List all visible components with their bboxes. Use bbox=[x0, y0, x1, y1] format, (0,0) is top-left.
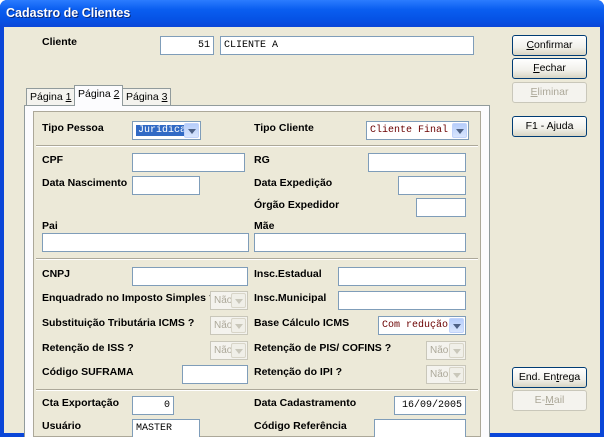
base-calculo-label: Base Cálculo ICMS bbox=[254, 317, 350, 329]
chevron-down-icon[interactable] bbox=[452, 123, 467, 138]
cta-exportacao-label: Cta Exportação bbox=[42, 397, 120, 409]
cnpj-field[interactable] bbox=[132, 267, 248, 286]
confirmar-hotkey: C bbox=[526, 39, 535, 51]
end-entrega-button[interactable]: End. Entrega bbox=[512, 367, 587, 388]
cpf-field[interactable] bbox=[132, 153, 245, 172]
data-cadastramento-field[interactable]: 16/09/2005 bbox=[394, 396, 466, 415]
retencao-pis-value: Não bbox=[430, 345, 449, 356]
tab-pagina-3[interactable]: Página 3 bbox=[122, 88, 172, 105]
tab-label: Página bbox=[126, 91, 162, 103]
usuario-label: Usuário bbox=[42, 420, 82, 432]
codigo-suframa-field[interactable] bbox=[182, 365, 248, 384]
insc-municipal-field[interactable] bbox=[338, 291, 466, 310]
tab-hotkey: 2 bbox=[113, 88, 120, 100]
email-label-a: E- bbox=[534, 394, 546, 406]
chevron-down-icon[interactable] bbox=[449, 318, 464, 333]
base-calculo-value: Com redução bbox=[382, 320, 449, 331]
tab-pagina-1[interactable]: Página 1 bbox=[26, 88, 76, 105]
retencao-ipi-value: Não bbox=[430, 369, 449, 380]
data-expedicao-label: Data Expedição bbox=[254, 177, 333, 189]
retencao-ipi-select[interactable]: Não bbox=[426, 365, 466, 384]
retencao-iss-label: Retenção de ISS ? bbox=[42, 342, 134, 354]
chevron-down-icon[interactable] bbox=[449, 343, 464, 358]
end-entrega-label-b: rega bbox=[559, 371, 581, 383]
chevron-down-icon[interactable] bbox=[231, 318, 246, 333]
cliente-name-field[interactable]: CLIENTE A bbox=[220, 36, 474, 55]
codigo-referencia-field[interactable] bbox=[374, 419, 466, 437]
retencao-pis-label: Retenção de PIS/ COFINS ? bbox=[254, 342, 392, 354]
tab-hotkey: 1 bbox=[65, 91, 72, 103]
chevron-down-icon[interactable] bbox=[449, 367, 464, 382]
retencao-ipi-label: Retenção do IPI ? bbox=[254, 366, 343, 378]
data-expedicao-field[interactable] bbox=[398, 176, 466, 195]
cnpj-label: CNPJ bbox=[42, 268, 71, 280]
tipo-cliente-label: Tipo Cliente bbox=[254, 122, 314, 134]
subst-tributaria-select[interactable]: Não bbox=[210, 316, 248, 335]
tipo-pessoa-select[interactable]: Jurídica bbox=[132, 121, 201, 140]
email-label-b: ail bbox=[553, 394, 565, 406]
tipo-pessoa-value: Jurídica bbox=[136, 125, 189, 136]
confirmar-label: onfirmar bbox=[534, 39, 573, 51]
tipo-cliente-value: Cliente Final bbox=[370, 125, 449, 136]
fechar-button[interactable]: Fechar bbox=[512, 58, 587, 79]
base-calculo-select[interactable]: Com redução bbox=[378, 316, 466, 335]
cliente-code-field[interactable]: 51 bbox=[160, 36, 214, 55]
app-window: Cadastro de Clientes Cliente 51 CLIENTE … bbox=[0, 0, 604, 437]
enquadrado-simples-label: Enquadrado no Imposto Simples ? bbox=[42, 292, 216, 304]
ajuda-button[interactable]: F1 - Ajuda bbox=[512, 116, 587, 137]
usuario-field[interactable]: MASTER bbox=[132, 419, 200, 437]
rg-label: RG bbox=[254, 154, 270, 166]
rg-field[interactable] bbox=[368, 153, 466, 172]
form-panel: Tipo Pessoa Jurídica Tipo Cliente Client… bbox=[33, 111, 481, 437]
tab-label: Página bbox=[30, 91, 66, 103]
eliminar-button[interactable]: Eliminar bbox=[512, 82, 587, 103]
pai-field[interactable] bbox=[42, 233, 249, 252]
subst-tributaria-label: Substituição Tributária ICMS ? bbox=[42, 317, 195, 329]
mae-field[interactable] bbox=[254, 233, 466, 252]
orgao-expedidor-label: Órgão Expedidor bbox=[254, 199, 340, 211]
codigo-suframa-label: Código SUFRAMA bbox=[42, 366, 134, 378]
retencao-iss-select[interactable]: Não bbox=[210, 341, 248, 360]
chevron-down-icon[interactable] bbox=[231, 343, 246, 358]
insc-municipal-label: Insc.Municipal bbox=[254, 292, 327, 304]
chevron-down-icon[interactable] bbox=[184, 123, 199, 138]
end-entrega-label-a: End. En bbox=[518, 371, 557, 383]
codigo-referencia-label: Código Referência bbox=[254, 420, 347, 432]
cliente-label: Cliente bbox=[42, 36, 78, 48]
email-button[interactable]: E-Mail bbox=[512, 390, 587, 411]
divider bbox=[36, 389, 478, 391]
orgao-expedidor-field[interactable] bbox=[416, 198, 466, 217]
tipo-pessoa-label: Tipo Pessoa bbox=[42, 122, 104, 134]
data-nascimento-label: Data Nascimento bbox=[42, 177, 128, 189]
retencao-iss-value: Não bbox=[214, 345, 233, 356]
window-client-area: Cliente 51 CLIENTE A Confirmar Fechar El… bbox=[4, 27, 600, 437]
cpf-label: CPF bbox=[42, 154, 63, 166]
insc-estadual-label: Insc.Estadual bbox=[254, 268, 322, 280]
divider bbox=[36, 145, 478, 147]
pai-label: Pai bbox=[42, 220, 58, 232]
cta-exportacao-field[interactable]: 0 bbox=[132, 396, 174, 415]
retencao-pis-select[interactable]: Não bbox=[426, 341, 466, 360]
eliminar-hotkey: E bbox=[530, 86, 538, 98]
email-hotkey: M bbox=[545, 394, 554, 406]
subst-tributaria-value: Não bbox=[214, 320, 233, 331]
tipo-cliente-select[interactable]: Cliente Final bbox=[366, 121, 469, 140]
fechar-label: echar bbox=[539, 62, 566, 74]
insc-estadual-field[interactable] bbox=[338, 267, 466, 286]
eliminar-label: liminar bbox=[537, 86, 569, 98]
tab-pagina-2[interactable]: Página 2 bbox=[74, 85, 124, 106]
divider bbox=[36, 258, 478, 260]
enquadrado-simples-select[interactable]: Não bbox=[210, 291, 248, 310]
title-bar[interactable]: Cadastro de Clientes bbox=[0, 0, 604, 27]
tab-hotkey: 3 bbox=[161, 91, 168, 103]
data-nascimento-field[interactable] bbox=[132, 176, 200, 195]
confirmar-button[interactable]: Confirmar bbox=[512, 35, 587, 56]
mae-label: Mãe bbox=[254, 220, 275, 232]
window-title: Cadastro de Clientes bbox=[6, 6, 131, 20]
chevron-down-icon[interactable] bbox=[231, 293, 246, 308]
data-cadastramento-label: Data Cadastramento bbox=[254, 397, 357, 409]
tab-label: Página bbox=[78, 88, 114, 100]
enquadrado-simples-value: Não bbox=[214, 295, 233, 306]
tab-panel: Tipo Pessoa Jurídica Tipo Cliente Client… bbox=[24, 105, 490, 437]
